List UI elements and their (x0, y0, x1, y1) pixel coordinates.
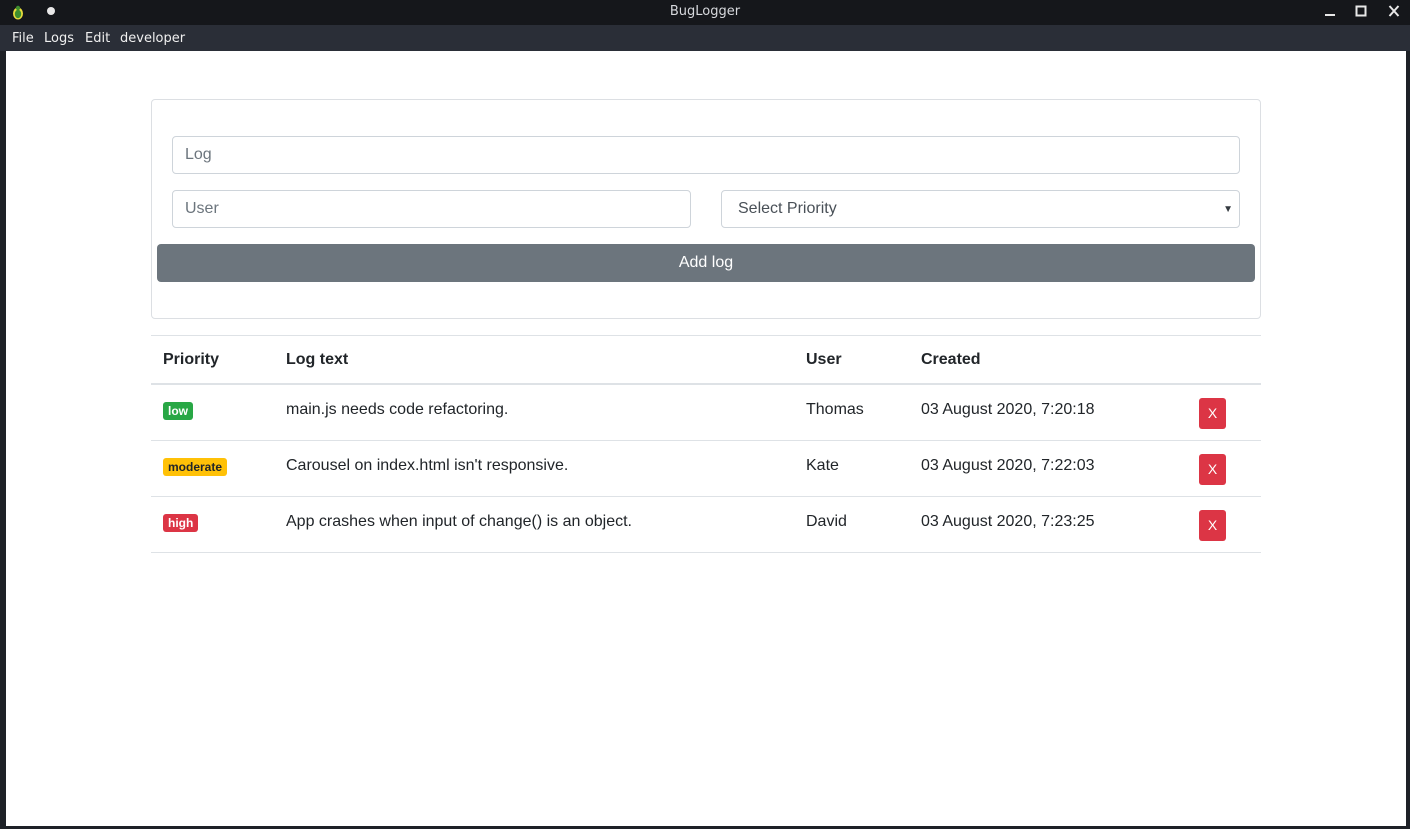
log-user: Thomas (806, 401, 864, 418)
delete-log-button[interactable]: X (1199, 454, 1226, 485)
table-row: high App crashes when input of change() … (151, 497, 1261, 553)
menu-developer[interactable]: developer (120, 31, 185, 46)
close-icon (1388, 5, 1400, 17)
close-window-button[interactable] (1383, 2, 1405, 22)
menu-logs[interactable]: Logs (44, 31, 74, 46)
priority-badge: high (163, 514, 199, 532)
window-title: BugLogger (669, 4, 741, 19)
menu-edit[interactable]: Edit (85, 31, 110, 46)
header-log-text: Log text (286, 351, 349, 368)
app-content: Select Priority ▼ Add log Priority Log t… (6, 51, 1406, 826)
minimize-button[interactable] (1319, 2, 1341, 22)
priority-select-value: Select Priority (738, 200, 837, 217)
log-user: David (806, 513, 847, 530)
delete-log-button[interactable]: X (1199, 510, 1226, 541)
add-log-form: Select Priority ▼ Add log (151, 99, 1261, 319)
header-created: Created (921, 351, 981, 368)
priority-select[interactable]: Select Priority ▼ (721, 190, 1240, 228)
log-input[interactable] (172, 136, 1240, 174)
log-user: Kate (806, 457, 839, 474)
maximize-button[interactable] (1350, 2, 1372, 22)
log-created: 03 August 2020, 7:20:18 (921, 401, 1095, 418)
title-bar: BugLogger (0, 0, 1410, 25)
menu-bar: File Logs Edit developer (0, 25, 1410, 51)
chevron-down-icon: ▼ (1223, 204, 1233, 215)
log-text: App crashes when input of change() is an… (286, 513, 632, 530)
header-priority: Priority (163, 351, 220, 368)
priority-badge: moderate (163, 458, 228, 476)
table-row: moderate Carousel on index.html isn't re… (151, 441, 1261, 497)
maximize-icon (1355, 5, 1367, 17)
user-input[interactable] (172, 190, 691, 228)
log-created: 03 August 2020, 7:23:25 (921, 513, 1095, 530)
priority-badge: low (163, 402, 193, 420)
log-created: 03 August 2020, 7:22:03 (921, 457, 1095, 474)
log-text: Carousel on index.html isn't responsive. (286, 457, 569, 474)
menu-file[interactable]: File (12, 31, 34, 46)
header-user: User (806, 351, 842, 368)
add-log-button[interactable]: Add log (157, 244, 1255, 282)
minimize-icon (1325, 14, 1335, 16)
delete-log-button[interactable]: X (1199, 398, 1226, 429)
log-text: main.js needs code refactoring. (286, 401, 509, 418)
table-header: Priority Log text User Created (151, 335, 1261, 385)
table-row: low main.js needs code refactoring. Thom… (151, 385, 1261, 441)
